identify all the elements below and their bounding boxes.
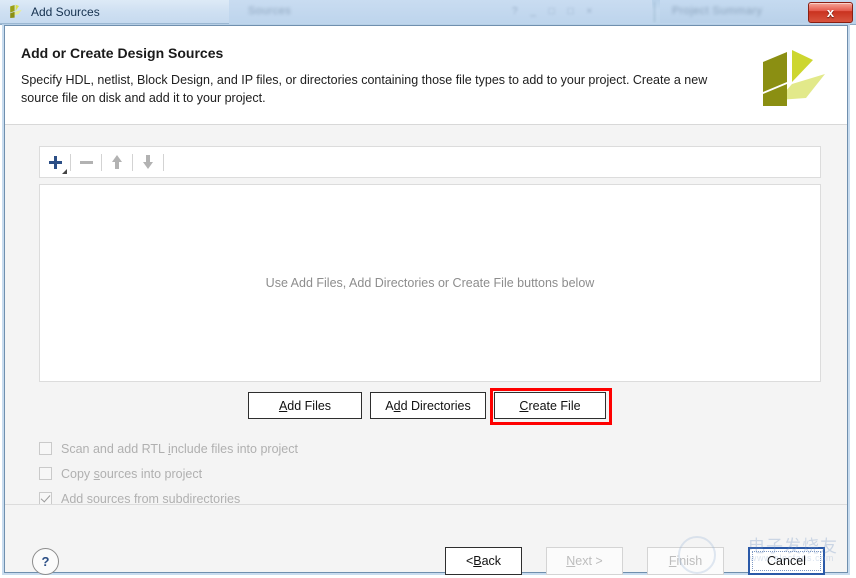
finish-button: Finish <box>647 547 724 575</box>
next-button: Next > <box>546 547 623 575</box>
add-button[interactable] <box>40 147 70 177</box>
create-file-label: reate File <box>528 398 581 413</box>
create-file-mnemonic: C <box>519 398 529 413</box>
scan-rtl-include-checkbox[interactable] <box>39 442 52 455</box>
copy-sources-checkbox[interactable] <box>39 467 52 480</box>
add-files-button[interactable]: Add Files <box>248 392 362 419</box>
add-directories-label-post: d Directories <box>400 398 471 413</box>
add-directories-mnemonic: d <box>393 398 401 413</box>
sources-list-group: Use Add Files, Add Directories or Create… <box>39 146 821 382</box>
dialog-body: Add or Create Design Sources Specify HDL… <box>4 25 849 575</box>
page-title: Add or Create Design Sources <box>21 45 224 61</box>
sources-list-area[interactable]: Use Add Files, Add Directories or Create… <box>39 184 821 382</box>
remove-button[interactable] <box>71 147 101 177</box>
toolbar-separator <box>163 153 164 171</box>
back-button[interactable]: < Back <box>445 547 522 575</box>
option-copy-sources[interactable]: Copy sources into project <box>39 461 298 486</box>
vivado-logo <box>759 48 833 110</box>
arrow-down-icon <box>142 155 155 169</box>
copy-sources-label: Copy sources into project <box>61 466 203 481</box>
scan-rtl-include-label: Scan and add RTL include files into proj… <box>61 441 298 456</box>
dialog-titlebar[interactable]: Add Sources <box>0 0 229 24</box>
option-add-subdirectories[interactable]: Add sources from subdirectories <box>39 486 298 511</box>
close-button[interactable]: x <box>808 2 853 23</box>
footer-separator <box>5 504 847 505</box>
sources-toolbar <box>39 146 821 178</box>
option-scan-rtl-include[interactable]: Scan and add RTL include files into proj… <box>39 436 298 461</box>
dialog-header: Add or Create Design Sources Specify HDL… <box>5 26 847 125</box>
vivado-logo-icon <box>9 4 24 19</box>
add-sources-dialog-window: Add Sources x Add or Create Design Sourc… <box>0 0 856 578</box>
source-action-buttons: Add Files Add Directories Create File <box>5 388 849 425</box>
add-files-mnemonic: A <box>278 398 288 413</box>
move-up-button[interactable] <box>102 147 132 177</box>
page-description: Specify HDL, netlist, Block Design, and … <box>21 73 708 105</box>
empty-list-message: Use Add Files, Add Directories or Create… <box>265 276 595 290</box>
help-button[interactable]: ? <box>32 548 59 575</box>
add-files-label: dd Files <box>287 398 332 413</box>
move-down-button[interactable] <box>133 147 163 177</box>
arrow-up-icon <box>111 155 124 169</box>
dropdown-caret-icon <box>62 169 67 174</box>
add-directories-button[interactable]: Add Directories <box>370 392 486 419</box>
cancel-button[interactable]: Cancel <box>748 547 825 575</box>
plus-icon <box>48 155 63 170</box>
options-group: Scan and add RTL include files into proj… <box>39 436 298 511</box>
add-directories-label-pre: A <box>385 398 394 413</box>
wizard-navigation: < Back Next > Finish Cancel <box>421 547 825 575</box>
create-file-button[interactable]: Create File <box>490 388 612 425</box>
dialog-title: Add Sources <box>31 4 100 19</box>
minus-icon <box>79 160 93 164</box>
